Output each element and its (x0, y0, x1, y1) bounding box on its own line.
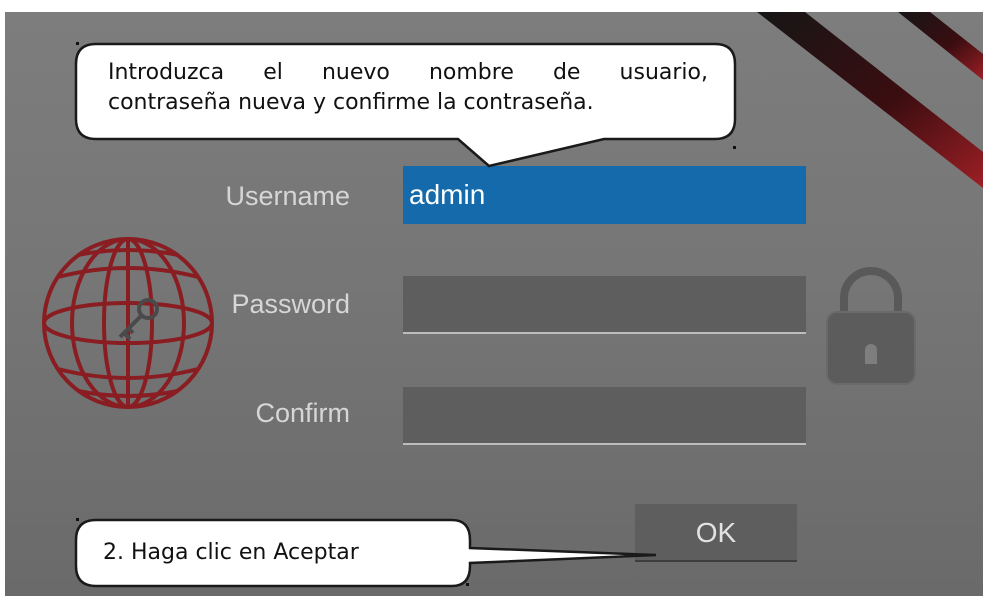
top-callout-text: Introduzca el nuevo nombre de usuario, c… (108, 58, 708, 118)
top-callout-line1: Introduzca el nuevo nombre de usuario, (108, 60, 708, 85)
screenshot: Username Password Confirm admin OK Intro… (0, 0, 983, 596)
bottom-callout-text: 2. Haga clic en Aceptar (103, 540, 359, 565)
top-callout-line2: contraseña nueva y confirme la contraseñ… (108, 90, 594, 115)
